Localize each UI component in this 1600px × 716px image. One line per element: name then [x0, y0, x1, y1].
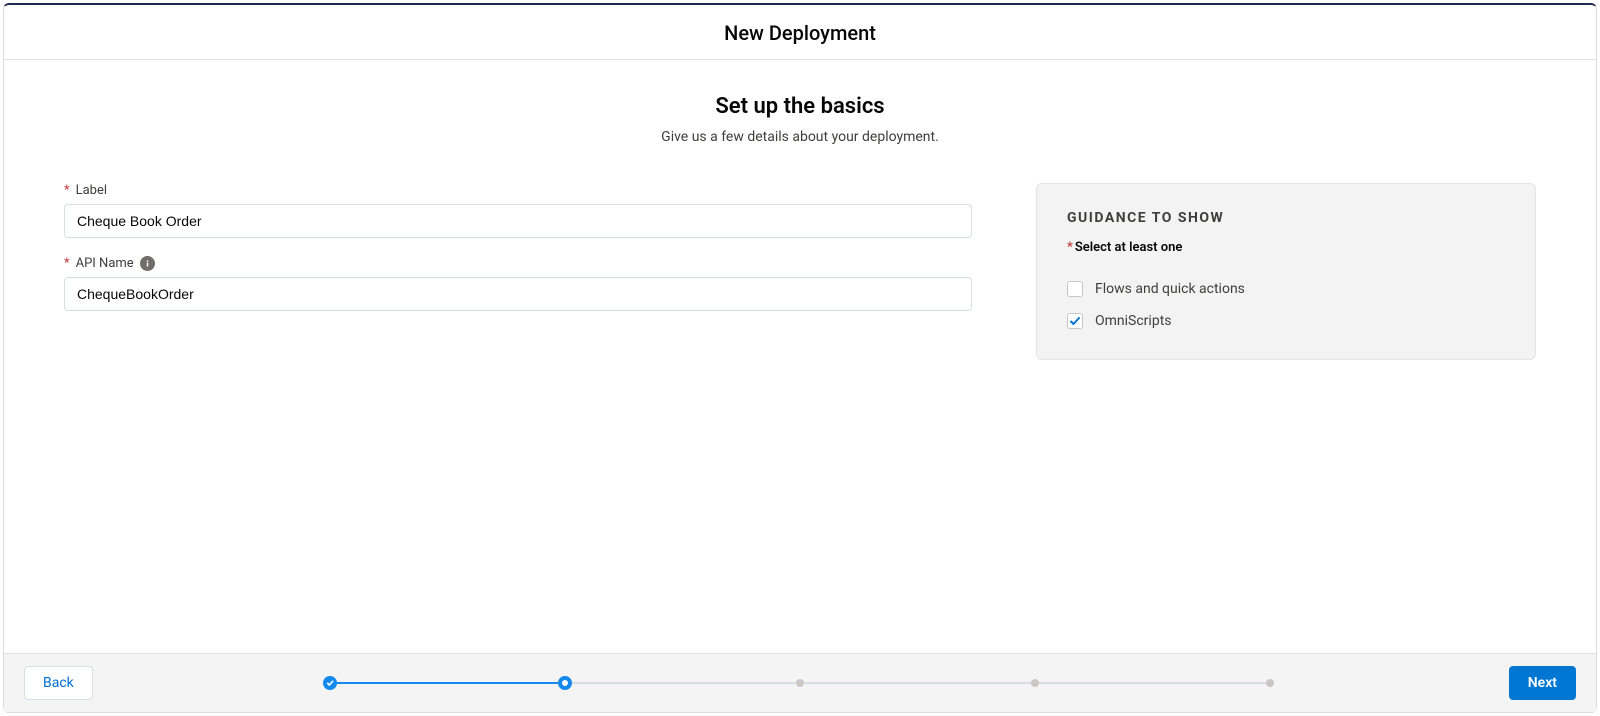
progress-step-1[interactable] — [323, 676, 337, 690]
modal-frame: New Deployment Set up the basics Give us… — [3, 3, 1597, 713]
guidance-option-flows-label: Flows and quick actions — [1095, 281, 1245, 297]
guidance-panel: GUIDANCE TO SHOW * Select at least one F… — [1036, 183, 1536, 360]
section-subheading: Give us a few details about your deploym… — [64, 129, 1536, 145]
checkbox-checked-icon — [1067, 313, 1083, 329]
info-icon[interactable] — [140, 256, 155, 271]
guidance-option-flows[interactable]: Flows and quick actions — [1067, 273, 1505, 305]
checkbox-unchecked-icon — [1067, 281, 1083, 297]
modal-footer: Back Next — [4, 653, 1596, 712]
guidance-select-hint-text: Select at least one — [1075, 240, 1183, 255]
required-indicator: * — [64, 257, 70, 270]
modal-body: Set up the basics Give us a few details … — [4, 60, 1596, 653]
api-name-field-label: API Name — [76, 256, 134, 271]
progress-step-2[interactable] — [558, 676, 572, 690]
section-heading: Set up the basics — [64, 94, 1536, 119]
form-column: * Label * API Name — [64, 183, 972, 329]
api-name-form-group: * API Name — [64, 256, 972, 311]
label-field-label-row: * Label — [64, 183, 972, 198]
content-columns: * Label * API Name — [64, 183, 1536, 360]
progress-step-4[interactable] — [1031, 679, 1039, 687]
back-button[interactable]: Back — [24, 666, 93, 700]
progress-step-3[interactable] — [796, 679, 804, 687]
required-indicator: * — [1067, 241, 1073, 254]
guidance-option-omniscripts[interactable]: OmniScripts — [1067, 305, 1505, 337]
label-input[interactable] — [64, 204, 972, 238]
api-name-label-row: * API Name — [64, 256, 972, 271]
label-form-group: * Label — [64, 183, 972, 238]
guidance-panel-title: GUIDANCE TO SHOW — [1067, 210, 1505, 226]
required-indicator: * — [64, 184, 70, 197]
api-name-input[interactable] — [64, 277, 972, 311]
next-button[interactable]: Next — [1509, 666, 1576, 700]
progress-fill — [330, 682, 565, 684]
guidance-select-hint: * Select at least one — [1067, 240, 1505, 255]
modal-header: New Deployment — [4, 5, 1596, 60]
guidance-column: GUIDANCE TO SHOW * Select at least one F… — [1036, 183, 1536, 360]
label-field-label: Label — [76, 183, 107, 198]
guidance-option-omniscripts-label: OmniScripts — [1095, 313, 1172, 329]
footer-right: Next — [1509, 666, 1576, 700]
progress-indicator — [330, 673, 1270, 693]
modal-title: New Deployment — [4, 21, 1596, 45]
progress-step-5[interactable] — [1266, 679, 1274, 687]
